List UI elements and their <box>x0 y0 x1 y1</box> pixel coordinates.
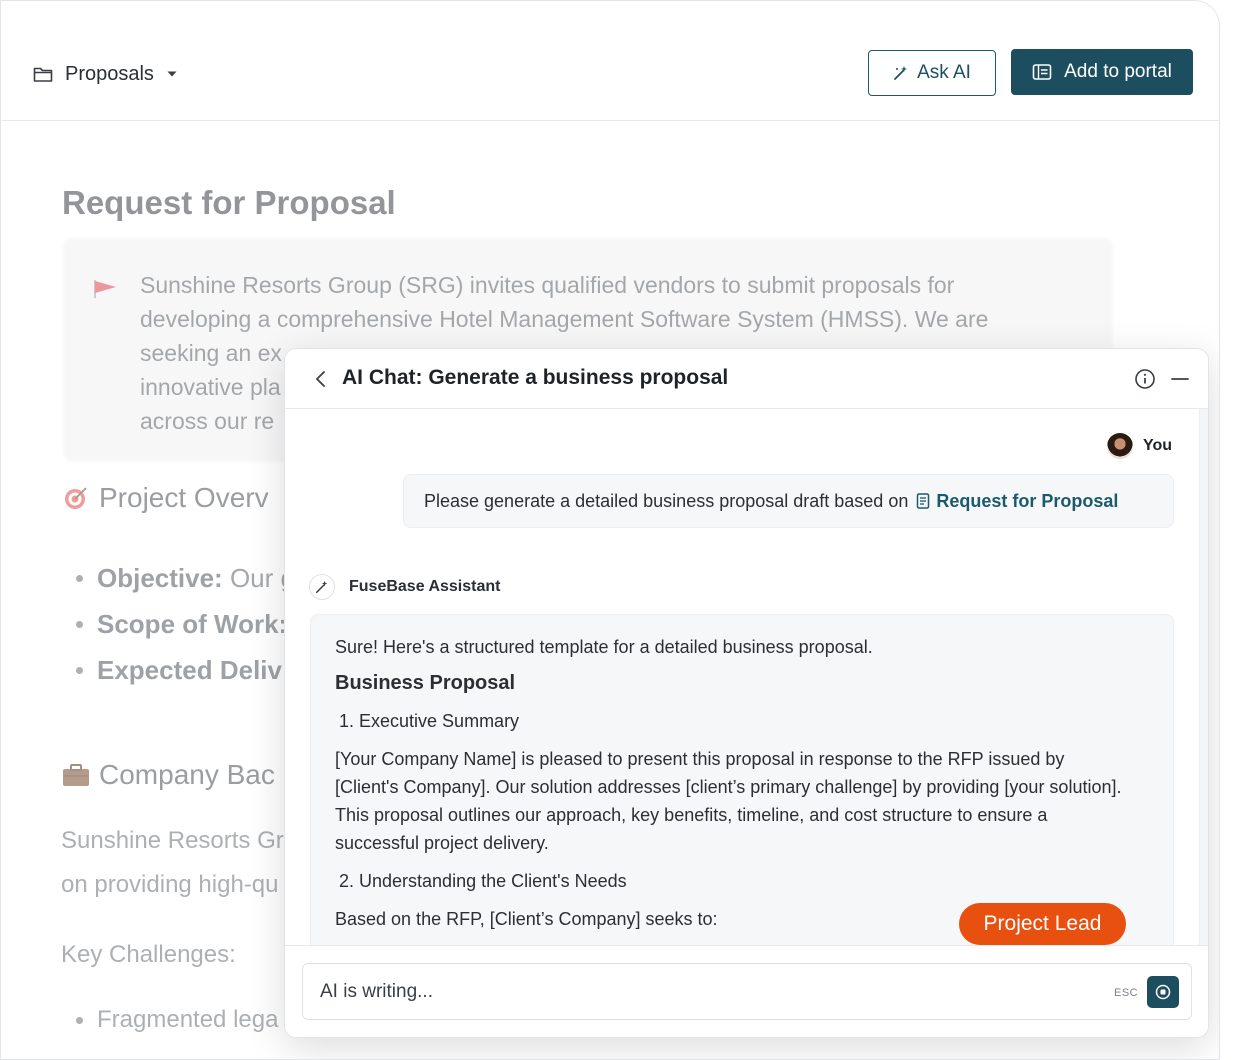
assistant-sender: FuseBase Assistant <box>309 574 500 600</box>
stop-icon <box>1155 984 1171 1000</box>
user-sender: You <box>1107 433 1172 459</box>
breadcrumb-label: Proposals <box>65 62 154 85</box>
chat-header: AI Chat: Generate a business proposal <box>285 349 1208 409</box>
chat-title: AI Chat: Generate a business proposal <box>342 366 729 389</box>
assistant-section-2: 2. Understanding the Client's Needs <box>339 871 627 891</box>
list-item: Fragmented lega <box>76 1006 278 1034</box>
overview-list: Objective: Our g Scope of Work: Expected… <box>76 555 295 693</box>
add-to-portal-label: Add to portal <box>1064 61 1172 82</box>
company-text: Sunshine Resorts Gr <box>61 827 284 854</box>
user-message: Please generate a detailed business prop… <box>403 474 1174 528</box>
list-item: Expected Deliv <box>76 647 295 693</box>
document-icon <box>917 493 930 509</box>
assistant-heading: Business Proposal <box>335 672 516 694</box>
ask-ai-label: Ask AI <box>917 62 971 83</box>
flag-icon <box>94 280 116 298</box>
callout-line: Sunshine Resorts Group (SRG) invites qua… <box>140 272 955 298</box>
section-title: Company Bac <box>99 759 275 790</box>
list-item: Objective: Our g <box>76 555 295 601</box>
esc-hint: ESC <box>1114 987 1139 999</box>
key-challenges-label: Key Challenges: <box>61 941 236 968</box>
assistant-section-1: 1. Executive Summary <box>339 711 520 731</box>
caret-down-icon[interactable] <box>166 70 178 78</box>
minimize-icon[interactable] <box>1169 368 1191 390</box>
section-title: Project Overv <box>99 482 269 513</box>
add-to-portal-button[interactable]: Add to portal <box>1011 49 1193 95</box>
avatar <box>1107 433 1133 459</box>
assistant-name: FuseBase Assistant <box>349 578 501 595</box>
target-icon <box>61 483 91 513</box>
callout-line: developing a comprehensive Hotel Managem… <box>140 306 989 332</box>
assistant-paragraph-1: [Your Company Name] is pleased to presen… <box>335 749 1122 853</box>
app-window: Proposals Ask AI Add to portal Request f… <box>0 0 1220 1060</box>
project-lead-cursor-label: Project Lead <box>959 903 1126 945</box>
user-message-text: Please generate a detailed business prop… <box>424 490 909 511</box>
assistant-intro: Sure! Here's a structured template for a… <box>335 637 873 657</box>
chat-footer: AI is writing... ESC <box>285 945 1208 1037</box>
portal-icon <box>1032 64 1052 80</box>
section-heading-company: Company Bac <box>61 759 275 791</box>
list-item: Scope of Work: <box>76 601 295 647</box>
document-link[interactable]: Request for Proposal <box>916 491 1118 512</box>
company-text: on providing high-qu <box>61 871 279 898</box>
ask-ai-button[interactable]: Ask AI <box>868 50 996 96</box>
info-icon[interactable] <box>1134 368 1156 390</box>
briefcase-icon <box>61 760 91 790</box>
stop-generating-button[interactable] <box>1147 976 1179 1008</box>
scrollbar[interactable] <box>1199 409 1208 945</box>
chevron-left-icon[interactable] <box>309 367 333 391</box>
user-name: You <box>1143 437 1173 454</box>
breadcrumb[interactable]: Proposals <box>33 59 178 89</box>
magic-wand-icon <box>894 66 908 80</box>
magic-wand-icon <box>309 574 335 600</box>
document-link-label: Request for Proposal <box>936 490 1119 511</box>
folder-icon <box>33 67 53 82</box>
ai-chat-panel: AI Chat: Generate a business proposal Yo… <box>284 348 1209 1038</box>
top-bar: Proposals Ask AI Add to portal <box>1 1 1219 121</box>
document-title: Request for Proposal <box>62 184 396 221</box>
chat-input[interactable]: AI is writing... <box>302 963 1192 1020</box>
section-heading-overview: Project Overv <box>61 482 269 514</box>
input-status: AI is writing... <box>320 980 433 1002</box>
